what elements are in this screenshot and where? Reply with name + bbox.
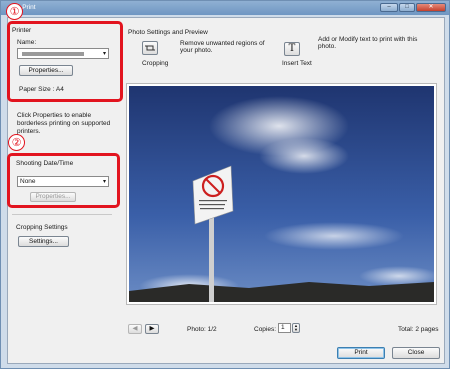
callout-number-2: ②: [8, 134, 25, 151]
callout-number-1: ①: [6, 3, 23, 20]
close-button[interactable]: Close: [392, 347, 440, 359]
maximize-button[interactable]: □: [399, 3, 415, 12]
print-button[interactable]: Print: [337, 347, 385, 359]
copies-input[interactable]: 1: [278, 323, 291, 333]
properties-note: Click Properties to enable borderless pr…: [17, 112, 111, 135]
callout-box-1: [7, 21, 123, 102]
title-bar: to Print – □ ✕: [1, 1, 449, 15]
cropping-section-label: Cropping Settings: [16, 224, 68, 231]
photo-image: [129, 86, 434, 302]
cropping-label: Cropping: [142, 60, 169, 67]
cropping-settings-button[interactable]: Settings...: [18, 236, 69, 247]
minimize-button[interactable]: –: [380, 3, 398, 12]
close-window-button[interactable]: ✕: [416, 3, 446, 12]
photo-preview[interactable]: [126, 83, 437, 305]
photo-counter: Photo: 1/2: [187, 326, 217, 333]
callout-box-2: [7, 153, 120, 208]
next-photo-button[interactable]: ▶: [145, 324, 159, 334]
cropping-button[interactable]: [142, 41, 158, 55]
insert-text-label: Insert Text: [282, 60, 312, 67]
insert-text-description: Add or Modify text to print with this ph…: [318, 36, 418, 50]
left-divider: [12, 214, 112, 215]
copies-label: Copies:: [254, 326, 277, 333]
cropping-description: Remove unwanted regions of your photo.: [180, 40, 265, 54]
crop-icon: [145, 45, 155, 51]
previous-photo-button[interactable]: ◀: [128, 324, 142, 334]
preview-section-label: Photo Settings and Preview: [128, 29, 208, 36]
insert-text-button[interactable]: T: [284, 42, 300, 56]
copies-stepper[interactable]: ▲ ▼: [292, 323, 300, 333]
total-pages: Total: 2 pages: [398, 326, 439, 333]
